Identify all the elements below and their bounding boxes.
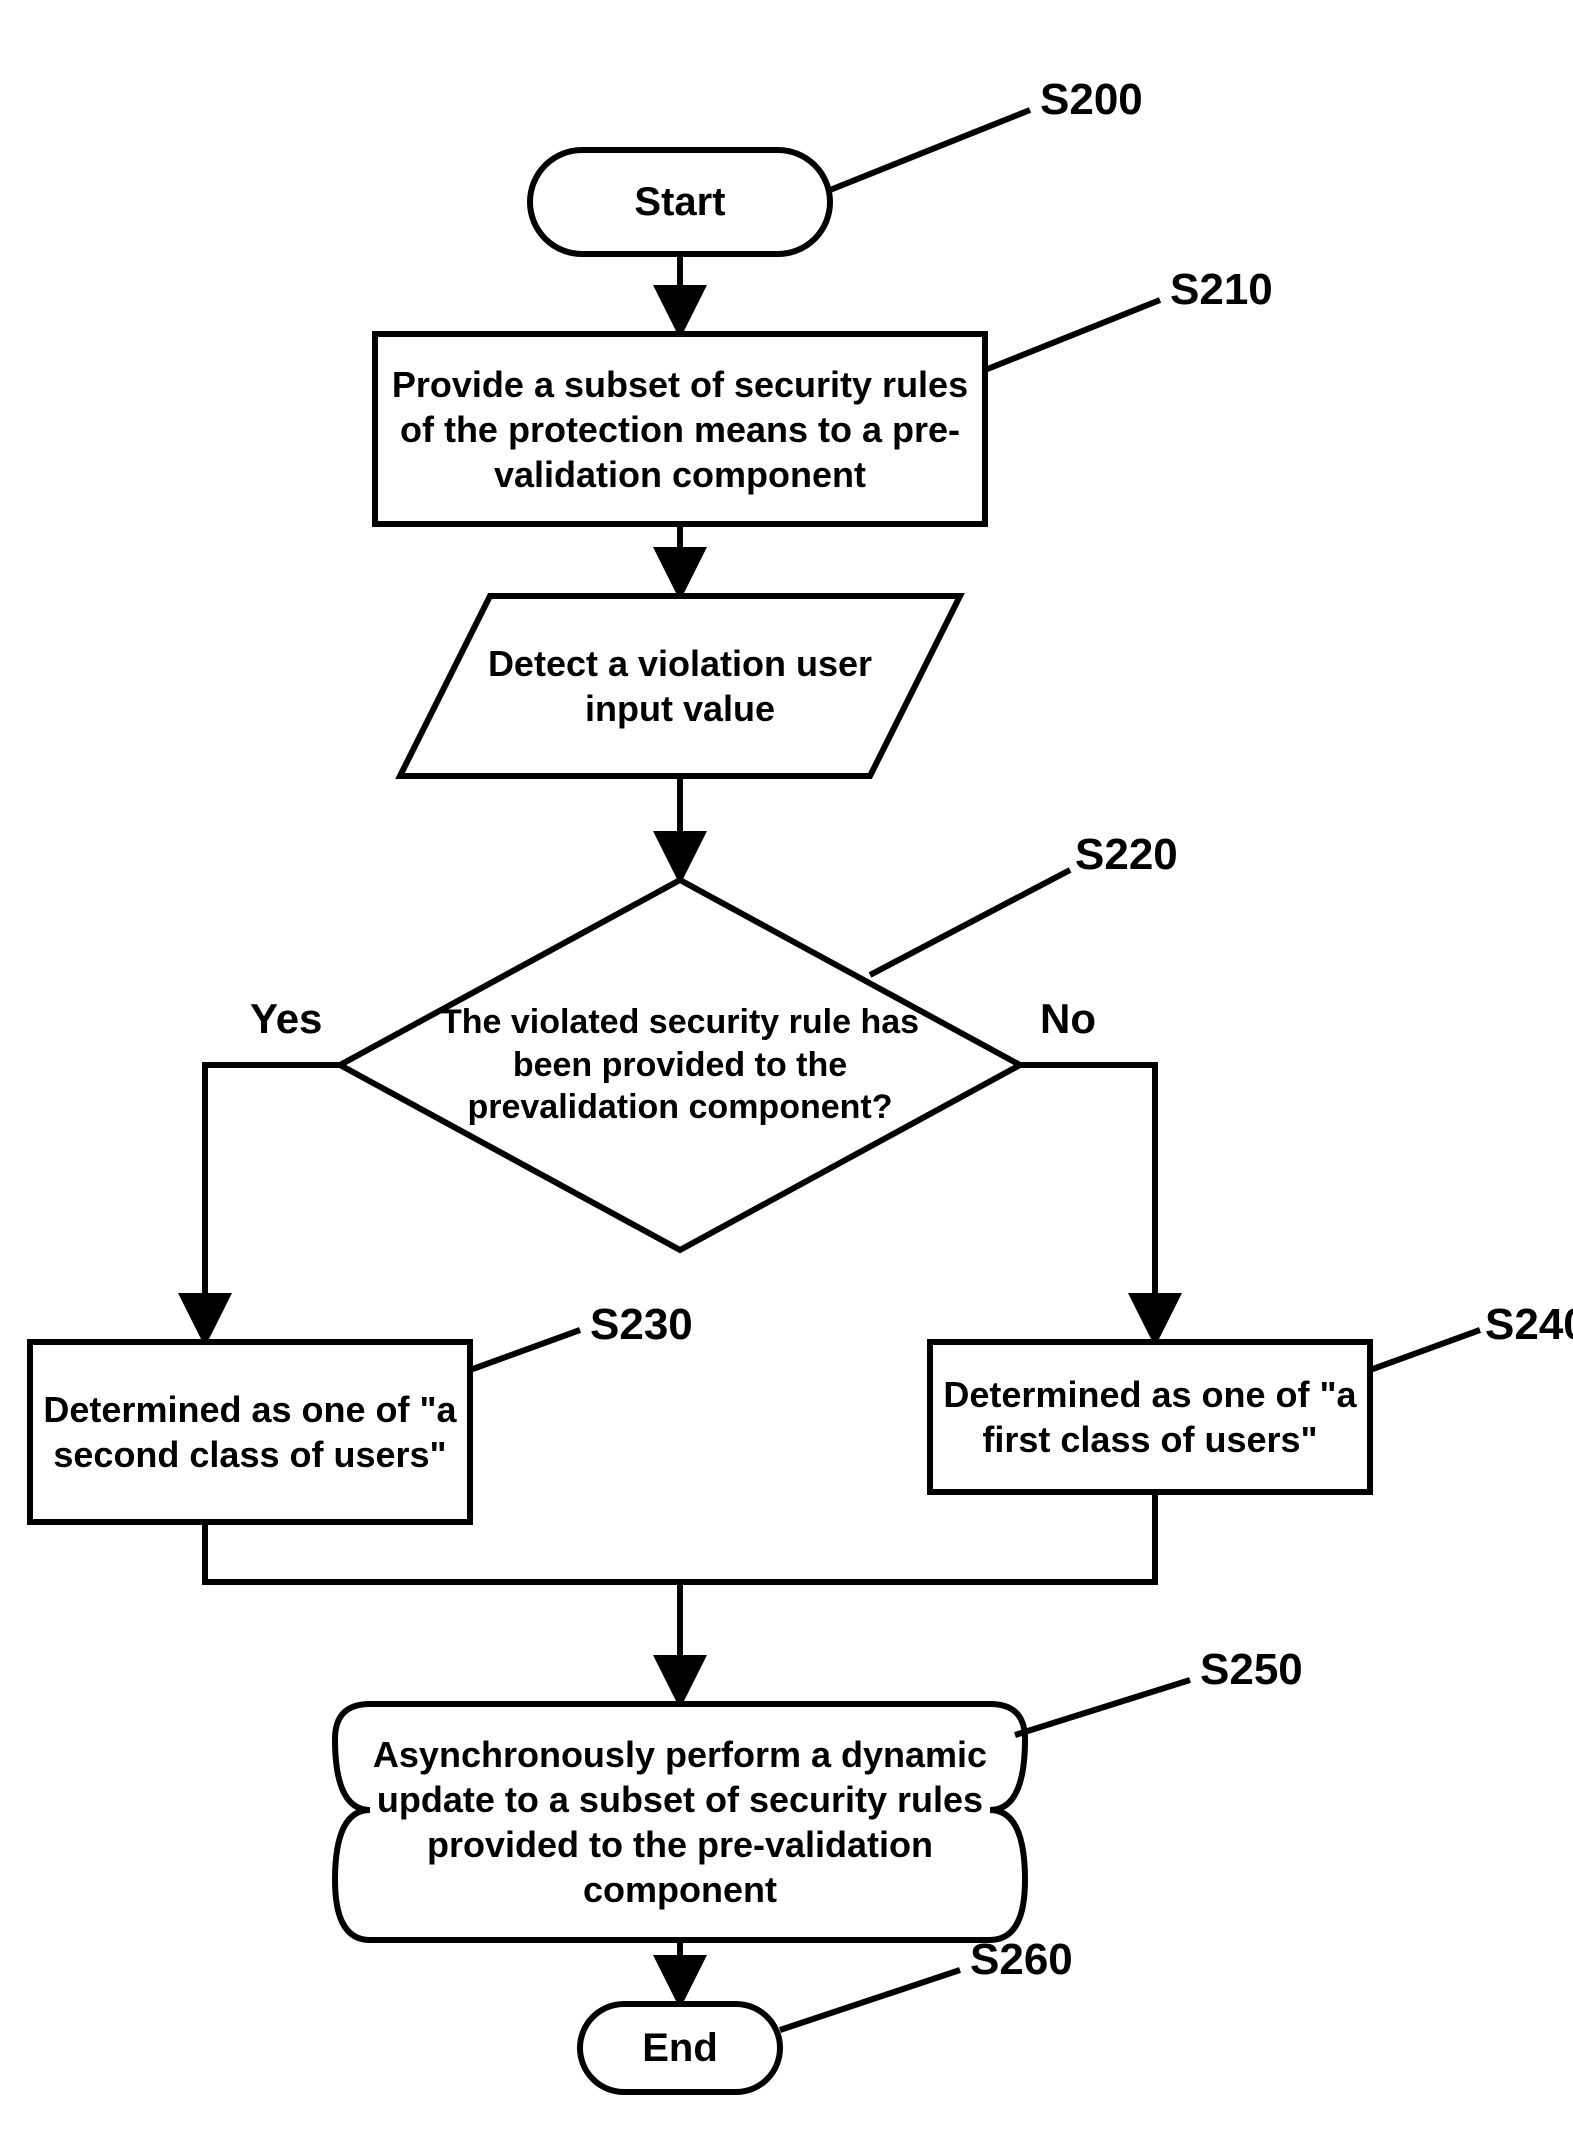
start-node: Start xyxy=(530,150,830,254)
s240-text: Determined as one of "a first class of u… xyxy=(930,1372,1370,1462)
end-text: End xyxy=(642,2023,718,2073)
s230-text: Determined as one of "a second class of … xyxy=(30,1387,470,1477)
start-text: Start xyxy=(634,177,725,227)
ref-s250: S250 xyxy=(1200,1645,1303,1695)
ref-s230: S230 xyxy=(590,1300,693,1350)
ref-s200: S200 xyxy=(1040,75,1143,125)
flowchart-canvas: Start S200 Provide a subset of security … xyxy=(0,0,1573,2133)
s210-node: Provide a subset of security rules of th… xyxy=(375,334,985,524)
s230-node: Determined as one of "a second class of … xyxy=(30,1342,470,1522)
end-node: End xyxy=(580,2004,780,2092)
ref-s240: S240 xyxy=(1485,1300,1573,1350)
s240-node: Determined as one of "a first class of u… xyxy=(930,1342,1370,1492)
io-node: Detect a violation user input value xyxy=(460,596,900,776)
s220-text: The violated security rule has been prov… xyxy=(430,1001,930,1129)
no-label: No xyxy=(1040,995,1096,1043)
ref-s210: S210 xyxy=(1170,265,1273,315)
s220-node: The violated security rule has been prov… xyxy=(430,940,930,1190)
s250-text: Asynchronously perform a dynamic update … xyxy=(360,1732,1000,1912)
ref-s260: S260 xyxy=(970,1935,1073,1985)
yes-label: Yes xyxy=(250,995,322,1043)
s210-text: Provide a subset of security rules of th… xyxy=(375,362,985,497)
ref-s220: S220 xyxy=(1075,830,1178,880)
io-text: Detect a violation user input value xyxy=(460,641,900,731)
s250-node: Asynchronously perform a dynamic update … xyxy=(360,1704,1000,1940)
